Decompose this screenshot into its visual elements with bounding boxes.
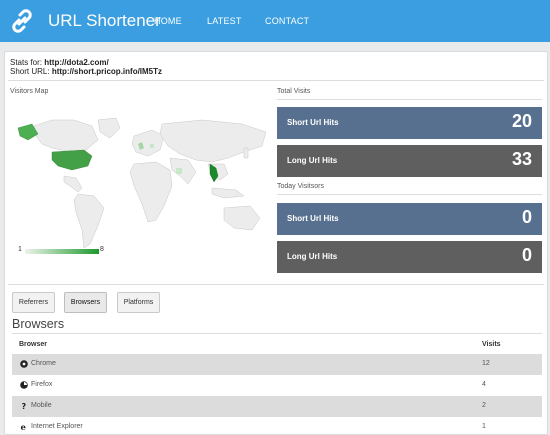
legend-min: 1	[18, 246, 22, 253]
table-row: Firefox 4	[12, 375, 542, 396]
divider	[277, 194, 542, 195]
browser-visits: 12	[482, 360, 490, 367]
col-visits: Visits	[482, 341, 501, 348]
stats-for-label: Stats for:	[10, 58, 43, 67]
nav-contact[interactable]: CONTACT	[265, 16, 309, 26]
today-short-hits-box: Short Url Hits 0	[277, 203, 542, 235]
firefox-icon	[20, 381, 28, 389]
divider	[277, 99, 542, 100]
divider	[8, 284, 544, 285]
map-title: Visitors Map	[10, 88, 49, 95]
total-short-hits-box: Short Url Hits 20	[277, 107, 542, 139]
today-visitors-title: Today Visitsors	[277, 183, 324, 190]
brand-title[interactable]: URL Shortener	[48, 11, 161, 31]
tab-platforms[interactable]: Platforms	[117, 292, 160, 313]
chrome-icon	[20, 360, 28, 368]
stat-label: Long Url Hits	[287, 156, 338, 165]
col-browser: Browser	[19, 341, 48, 348]
ie-icon: e	[21, 423, 27, 431]
table-row: Chrome 12	[12, 354, 542, 375]
stat-value: 33	[511, 149, 532, 169]
stat-value: 0	[521, 245, 532, 265]
table-title: Browsers	[12, 317, 65, 331]
stat-label: Long Url Hits	[287, 252, 338, 261]
stat-label: Short Url Hits	[287, 118, 339, 127]
chain-link-icon[interactable]	[9, 9, 35, 33]
nav-latest[interactable]: LATEST	[207, 16, 242, 26]
stats-card: Stats for: http://dota2.com/ Short URL: …	[4, 51, 548, 435]
stats-for-url: http://dota2.com/	[44, 58, 109, 67]
short-url-label: Short URL:	[10, 67, 50, 76]
browser-name: Mobile	[31, 402, 52, 409]
stat-label: Short Url Hits	[287, 214, 339, 223]
top-navbar: URL Shortener HOME LATEST CONTACT	[0, 0, 550, 42]
total-long-hits-box: Long Url Hits 33	[277, 145, 542, 177]
svg-text:e: e	[21, 423, 27, 431]
browser-visits: 1	[482, 423, 486, 430]
browser-name: Chrome	[31, 360, 56, 367]
question-icon: ?	[22, 402, 27, 410]
nav-home[interactable]: HOME	[154, 16, 182, 26]
stat-value: 20	[511, 111, 532, 131]
stat-value: 0	[521, 207, 532, 227]
short-url-value: http://short.pricop.info/IM5Tz	[51, 67, 163, 76]
today-long-hits-box: Long Url Hits 0	[277, 241, 542, 273]
browser-name: Firefox	[31, 381, 53, 388]
browser-visits: 4	[482, 381, 486, 388]
table-row: ? Mobile 2	[12, 396, 542, 417]
divider	[8, 80, 544, 81]
table-header: Browser Visits	[12, 336, 542, 354]
browser-name: Internet Explorer	[31, 423, 83, 430]
tab-browsers[interactable]: Browsers	[64, 292, 107, 313]
tab-referrers[interactable]: Referrers	[12, 292, 55, 313]
legend-max: 8	[100, 246, 104, 253]
table-row: e Internet Explorer 1	[12, 417, 542, 435]
map-legend-gradient	[25, 249, 99, 254]
svg-text:?: ?	[22, 402, 27, 410]
browser-visits: 2	[482, 402, 486, 409]
visitors-world-map[interactable]	[12, 114, 274, 254]
divider	[12, 333, 542, 334]
stats-for-line: Stats for: http://dota2.com/	[10, 58, 109, 67]
short-url-line: Short URL: http://short.pricop.info/IM5T…	[10, 67, 162, 76]
total-visits-title: Total Visits	[277, 88, 311, 95]
